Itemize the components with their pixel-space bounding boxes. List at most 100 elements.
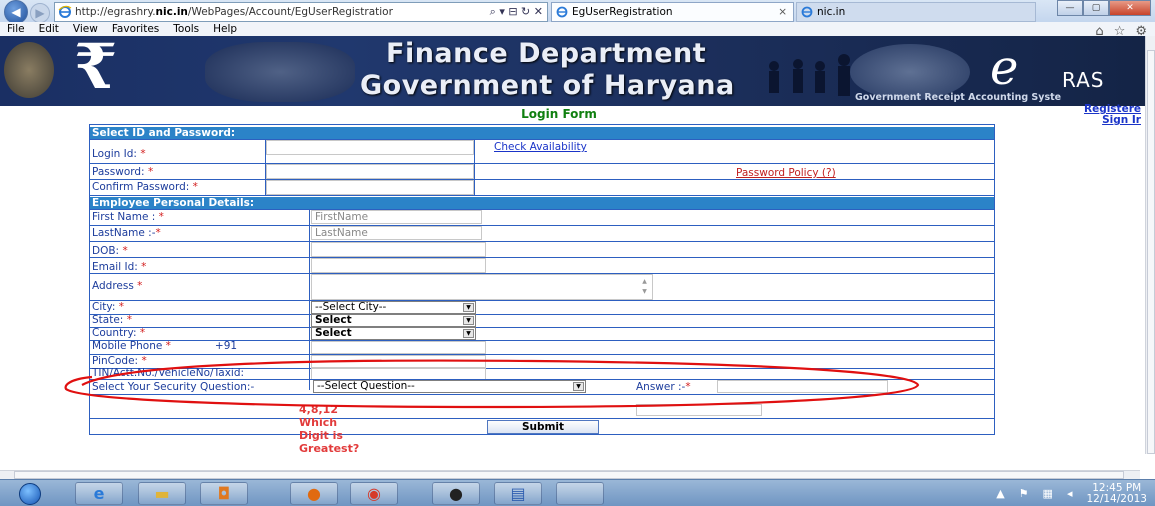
clock-date: 12/14/2013 (1086, 492, 1147, 505)
url-text: http://egrashry.nic.in/WebPages/Account/… (75, 6, 393, 18)
tab-close-icon[interactable]: × (778, 6, 787, 18)
tray-volume-icon[interactable]: ◂ (1067, 487, 1073, 500)
page-title: Login Form (521, 107, 597, 121)
pincode-label: PinCode: * (92, 355, 147, 367)
pincode-input[interactable] (311, 355, 486, 368)
tab-nic[interactable]: nic.in (796, 2, 1036, 22)
section-header-credentials: Select ID and Password: (90, 127, 994, 139)
menu-file[interactable]: File (0, 22, 32, 36)
vertical-scrollbar[interactable] (1145, 36, 1155, 454)
row-divider (90, 394, 994, 395)
scrollbar-thumb[interactable] (14, 471, 1124, 479)
registration-form: Select ID and Password: Login Id: * Chec… (89, 124, 995, 435)
first-name-input[interactable]: FirstName (311, 210, 482, 224)
taskbar-firefox[interactable]: ● (290, 482, 338, 505)
address-textarea[interactable]: ▲ ▼ (311, 274, 653, 300)
tray-flag-icon[interactable]: ⚑ (1019, 487, 1029, 500)
back-button[interactable]: ◀ (4, 0, 28, 24)
clock[interactable]: 12:45 PM 12/14/2013 (1086, 482, 1147, 505)
chrome-icon: ◉ (367, 483, 381, 503)
close-button[interactable]: ✕ (1109, 0, 1151, 16)
captcha-answer-input[interactable] (636, 404, 762, 416)
minimize-button[interactable]: — (1057, 0, 1083, 16)
dob-input[interactable] (311, 242, 486, 257)
submit-button[interactable]: Submit (487, 420, 599, 434)
taskbar-app-p[interactable]: ● (432, 482, 480, 505)
windows-logo-icon (19, 482, 41, 505)
last-name-label: LastName :-* (92, 227, 161, 239)
tab-egregistration[interactable]: EgUserRegistration × (551, 2, 794, 22)
menu-view[interactable]: View (66, 22, 105, 36)
login-id-input[interactable] (266, 140, 474, 155)
window-controls: — ▢ ✕ (1057, 0, 1151, 16)
row-divider (90, 241, 994, 242)
maximize-button[interactable]: ▢ (1083, 0, 1109, 16)
taskbar-app-blank[interactable] (556, 482, 604, 505)
forward-button[interactable]: ▶ (30, 3, 50, 23)
menu-favorites[interactable]: Favorites (105, 22, 166, 36)
answer-label: Answer :-* (636, 381, 691, 393)
row-divider (90, 354, 994, 355)
state-label: State: * (92, 314, 132, 326)
email-input[interactable] (311, 258, 486, 273)
chevron-down-icon: ▼ (463, 329, 474, 338)
textarea-scroll-icon: ▲ ▼ (642, 278, 647, 295)
taskbar-ie[interactable]: e (75, 482, 123, 505)
password-policy-link[interactable]: Password Policy (?) (736, 167, 836, 179)
password-input[interactable] (266, 164, 474, 179)
address-bar-tools[interactable]: ⌕ ▾ ⊟ ↻ ✕ (490, 5, 547, 19)
row-divider (90, 225, 994, 226)
banner-title-line1: Finance Department (386, 38, 707, 69)
menu-edit[interactable]: Edit (32, 22, 66, 36)
start-button[interactable] (2, 481, 58, 506)
sign-in-link[interactable]: Sign Ir (1084, 115, 1141, 126)
security-question-label: Select Your Security Question:- (92, 381, 255, 393)
banner-title-line2: Government of Haryana (360, 70, 735, 101)
state-select[interactable]: Select ▼ (311, 314, 476, 327)
taskbar-explorer[interactable]: ▬ (138, 482, 186, 505)
site-banner: ₹ Finance Department Government of Harya… (0, 36, 1145, 106)
taskbar-chrome[interactable]: ◉ (350, 482, 398, 505)
mobile-input[interactable] (311, 341, 486, 354)
tab-label: EgUserRegistration (572, 6, 673, 18)
row-divider (90, 314, 994, 315)
p-app-icon: ● (449, 483, 463, 503)
folder-icon: ▬ (154, 483, 170, 503)
ie-tab-icon (801, 6, 813, 18)
taskbar-word[interactable]: ▤ (494, 482, 542, 505)
ie-tab-icon (556, 6, 568, 18)
mobile-prefix: +91 (214, 340, 238, 352)
scrollbar-thumb[interactable] (1147, 50, 1155, 454)
row-divider (90, 257, 994, 258)
row-divider (90, 300, 994, 301)
row-divider (90, 179, 994, 180)
tray-expand-icon[interactable]: ▲ (996, 487, 1004, 500)
address-label: Address * (92, 280, 143, 292)
firefox-icon: ● (307, 483, 321, 503)
address-bar[interactable]: http://egrashry.nic.in/WebPages/Account/… (54, 2, 548, 22)
menu-bar: File Edit View Favorites Tools Help (0, 22, 1155, 36)
taskbar-outlook[interactable]: ◘ (200, 482, 248, 505)
confirm-password-input[interactable] (266, 180, 474, 195)
section-header-personal: Employee Personal Details: (90, 197, 994, 209)
arrow-right-icon: ▶ (35, 6, 45, 20)
tray-network-icon[interactable]: ▦ (1043, 487, 1053, 500)
security-question-select[interactable]: --Select Question-- ▼ (313, 380, 586, 393)
answer-input[interactable] (717, 380, 888, 393)
mobile-label: Mobile Phone * +91 (92, 340, 238, 352)
outlook-icon: ◘ (217, 483, 231, 503)
country-select[interactable]: Select ▼ (311, 327, 476, 340)
menu-help[interactable]: Help (206, 22, 244, 36)
internet-explorer-icon: e (93, 483, 105, 503)
city-select[interactable]: --Select City-- ▼ (311, 301, 476, 314)
login-id-label: Login Id: * (92, 148, 146, 160)
column-divider (474, 139, 475, 195)
last-name-input[interactable]: LastName (311, 226, 482, 240)
password-label: Password: * (92, 166, 154, 178)
check-availability-link[interactable]: Check Availability (494, 141, 587, 153)
menu-tools[interactable]: Tools (166, 22, 206, 36)
coins-image (205, 42, 355, 102)
first-name-label: First Name : * (92, 211, 164, 223)
captcha-question: 4,8,12 Which Digit is Greatest? (299, 403, 360, 455)
horizontal-scrollbar[interactable] (0, 470, 1140, 479)
